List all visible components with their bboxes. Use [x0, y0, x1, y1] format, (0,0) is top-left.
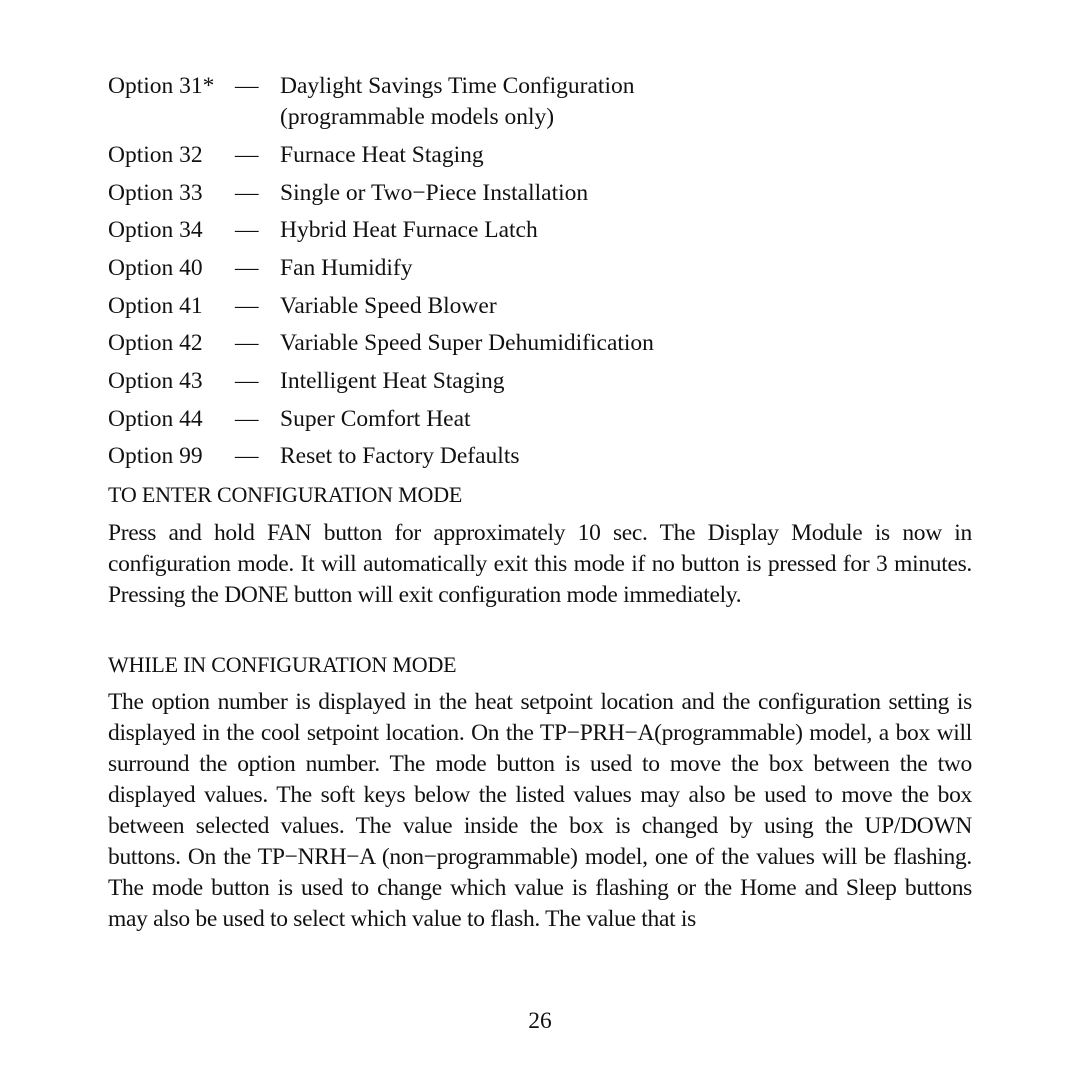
option-description: Daylight Savings Time Configuration — [280, 73, 635, 99]
option-label: Option 34 — [108, 217, 203, 243]
option-label: Option 41 — [108, 293, 203, 319]
option-label: Option 33 — [108, 180, 203, 206]
em-dash: — — [235, 255, 259, 281]
option-label: Option 99 — [108, 443, 203, 469]
page-number: 26 — [528, 1008, 552, 1034]
em-dash: — — [235, 330, 259, 356]
em-dash: — — [235, 73, 259, 99]
section-body-while-config: The option number is displayed in the he… — [108, 689, 972, 932]
option-label: Option 40 — [108, 255, 203, 281]
option-description: Hybrid Heat Furnace Latch — [280, 217, 538, 243]
section-heading-while-config: WHILE IN CONFIGURATION MODE — [108, 652, 457, 677]
option-description: Variable Speed Super Dehumidification — [280, 330, 654, 356]
option-label: Option 42 — [108, 330, 203, 356]
em-dash: — — [235, 217, 259, 243]
em-dash: — — [235, 443, 259, 469]
option-label: Option 31* — [108, 73, 215, 99]
option-description: Reset to Factory Defaults — [280, 443, 520, 469]
em-dash: — — [235, 406, 259, 432]
option-label: Option 43 — [108, 368, 203, 394]
em-dash: — — [235, 142, 259, 168]
option-label: Option 32 — [108, 142, 203, 168]
option-description: Furnace Heat Staging — [280, 142, 484, 168]
em-dash: — — [235, 180, 259, 206]
option-description: Single or Two−Piece Installation — [280, 180, 589, 206]
em-dash: — — [235, 368, 259, 394]
section-body-enter-config: Press and hold FAN button for approximat… — [108, 520, 972, 608]
option-description: Intelligent Heat Staging — [280, 368, 505, 394]
option-description: Variable Speed Blower — [280, 293, 497, 319]
section-heading-enter-config: TO ENTER CONFIGURATION MODE — [108, 482, 463, 507]
em-dash: — — [235, 293, 259, 319]
option-label: Option 44 — [108, 406, 203, 432]
option-description: Fan Humidify — [280, 255, 413, 281]
option-description: Super Comfort Heat — [280, 406, 471, 432]
option-description-note: (programmable models only) — [280, 104, 555, 130]
